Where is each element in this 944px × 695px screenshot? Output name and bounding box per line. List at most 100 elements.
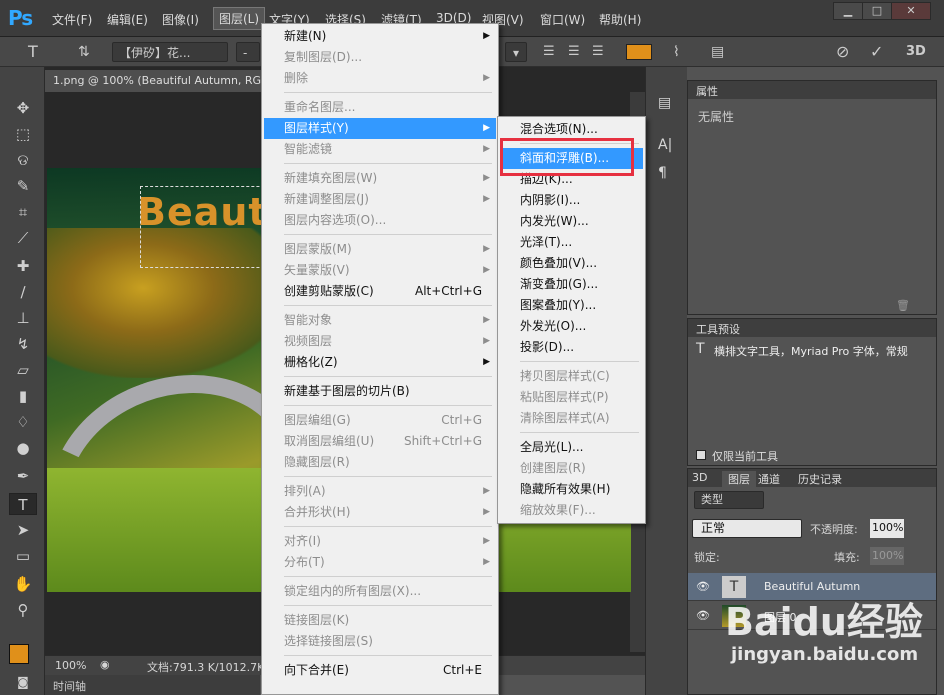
type-tool-icon[interactable]: T xyxy=(9,493,37,515)
menu-10[interactable]: 帮助(H) xyxy=(599,11,641,28)
character-panel-icon[interactable]: A| xyxy=(658,137,672,153)
eraser-tool-icon[interactable]: ▱ xyxy=(9,359,37,381)
align-center-icon[interactable]: ☰ xyxy=(568,42,580,62)
menu-2[interactable]: 图像(I) xyxy=(162,11,199,28)
fill-field[interactable]: 100% xyxy=(870,547,904,565)
menu-item[interactable]: 创建剪贴蒙版(C) Alt+Ctrl+G xyxy=(264,281,496,302)
history-brush-tool-icon[interactable]: ↯ xyxy=(9,333,37,355)
menu-item-label: 图层蒙版(M) xyxy=(284,242,352,256)
font-size-dropdown[interactable]: ▾ xyxy=(505,42,527,62)
menu-item-label: 图层内容选项(O)... xyxy=(284,213,387,227)
layer-name[interactable]: Beautiful Autumn xyxy=(764,580,860,593)
dodge-tool-icon[interactable]: ● xyxy=(9,437,37,459)
menu-item[interactable]: 内发光(W)... xyxy=(500,211,643,232)
submenu-arrow-icon: ▶ xyxy=(483,486,490,496)
layer-row-text[interactable]: 👁 T Beautiful Autumn xyxy=(688,573,936,601)
healing-brush-tool-icon[interactable]: ✚ xyxy=(9,255,37,277)
menu-item[interactable]: 投影(D)... xyxy=(500,337,643,358)
hand-tool-icon[interactable]: ✋ xyxy=(9,573,37,595)
type-tool-icon[interactable]: T xyxy=(28,42,38,62)
move-tool-icon[interactable]: ✥ xyxy=(9,97,37,119)
rectangle-tool-icon[interactable]: ▭ xyxy=(9,545,37,567)
cancel-icon[interactable]: ⊘ xyxy=(836,42,849,62)
menu-item[interactable]: 内阴影(I)... xyxy=(500,190,643,211)
quick-select-tool-icon[interactable]: ✎ xyxy=(9,175,37,197)
menu-3[interactable]: 图层(L) xyxy=(212,7,266,30)
menu-item[interactable]: 外发光(O)... xyxy=(500,316,643,337)
layer-kind-filter[interactable]: 类型 xyxy=(694,491,764,509)
menu-separator xyxy=(284,476,492,477)
menu-item[interactable]: 新建基于图层的切片(B) xyxy=(264,381,496,402)
layers-tab-3[interactable]: 历史记录 xyxy=(798,471,842,487)
opacity-field[interactable]: 100% xyxy=(870,519,904,538)
menu-separator xyxy=(284,605,492,606)
3d-button[interactable]: 3D xyxy=(906,42,926,62)
commit-icon[interactable]: ✓ xyxy=(870,42,883,62)
menu-item[interactable]: 新建(N) ▶ xyxy=(264,26,496,47)
eyedropper-tool-icon[interactable]: ⟋ xyxy=(9,227,37,249)
menu-item-label: 缩放效果(F)... xyxy=(520,503,596,517)
menu-item[interactable]: 颜色叠加(V)... xyxy=(500,253,643,274)
menu-item-label: 混合选项(N)... xyxy=(520,122,598,136)
menu-0[interactable]: 文件(F) xyxy=(52,11,92,28)
menu-item: 新建调整图层(J) ▶ xyxy=(264,189,496,210)
menu-item[interactable]: 隐藏所有效果(H) xyxy=(500,479,643,500)
menu-item-label: 新建(N) xyxy=(284,29,327,43)
font-style-select[interactable]: - xyxy=(236,42,260,62)
annotation-highlight-box xyxy=(500,138,634,176)
warp-text-icon[interactable]: ⌇ xyxy=(673,42,680,62)
properties-tab[interactable]: 属性 xyxy=(688,81,936,99)
trash-icon[interactable]: 🗑 xyxy=(896,299,910,312)
quick-mask-icon[interactable]: ◙ xyxy=(9,671,37,693)
align-left-icon[interactable]: ☰ xyxy=(543,42,555,62)
menu-item[interactable]: 向下合并(E) Ctrl+E xyxy=(264,660,496,681)
crop-tool-icon[interactable]: ⌗ xyxy=(9,201,37,223)
zoom-tool-icon[interactable]: ⚲ xyxy=(9,599,37,621)
path-select-tool-icon[interactable]: ➤ xyxy=(9,519,37,541)
gradient-tool-icon[interactable]: ▮ xyxy=(9,385,37,407)
menu-1[interactable]: 编辑(E) xyxy=(107,11,148,28)
brush-tool-icon[interactable]: ∕ xyxy=(9,281,37,303)
menu-item[interactable]: 渐变叠加(G)... xyxy=(500,274,643,295)
menu-item[interactable]: 混合选项(N)... xyxy=(500,119,643,140)
paragraph-panel-icon[interactable]: ¶ xyxy=(658,165,667,181)
menu-item[interactable]: 图案叠加(Y)... xyxy=(500,295,643,316)
zoom-level[interactable]: 100% xyxy=(55,659,86,672)
restore-button[interactable]: □ xyxy=(862,2,892,20)
visibility-eye-icon[interactable]: 👁 xyxy=(696,580,710,593)
status-info-icon[interactable]: ◉ xyxy=(100,658,110,671)
minimize-button[interactable]: ▁ xyxy=(833,2,863,20)
layers-tab-0[interactable]: 3D xyxy=(692,471,707,484)
text-color-swatch[interactable] xyxy=(626,44,652,60)
menu-separator xyxy=(284,526,492,527)
tool-presets-tab[interactable]: 工具预设 xyxy=(688,319,936,337)
clone-stamp-tool-icon[interactable]: ⊥ xyxy=(9,307,37,329)
character-panel-icon[interactable]: ▤ xyxy=(711,42,724,62)
menu-item[interactable]: 光泽(T)... xyxy=(500,232,643,253)
menu-item[interactable]: 全局光(L)... xyxy=(500,437,643,458)
history-panel-icon[interactable]: ▤ xyxy=(658,95,671,111)
current-only-checkbox[interactable] xyxy=(696,450,706,460)
submenu-arrow-icon: ▶ xyxy=(483,357,490,367)
menu-item: 图层编组(G) Ctrl+G xyxy=(264,410,496,431)
menu-item-label: 图层样式(Y) xyxy=(284,121,349,135)
pen-tool-icon[interactable]: ✒ xyxy=(9,465,37,487)
layers-tab-1[interactable]: 图层 xyxy=(722,471,756,487)
document-tab[interactable]: 1.png @ 100% (Beautiful Autumn, RGB xyxy=(45,70,265,92)
preset-item[interactable]: 横排文字工具，Myriad Pro 字体，常规 xyxy=(714,343,924,359)
close-button[interactable]: ✕ xyxy=(891,2,931,20)
menu-item[interactable]: 图层样式(Y) ▶ xyxy=(264,118,496,139)
align-right-icon[interactable]: ☰ xyxy=(592,42,604,62)
timeline-tab[interactable]: 时间轴 xyxy=(45,675,260,695)
visibility-eye-icon[interactable]: 👁 xyxy=(696,609,710,622)
font-family-select[interactable]: 【伊矽】花... xyxy=(112,42,228,62)
lasso-tool-icon[interactable]: ଡ xyxy=(9,149,37,171)
marquee-tool-icon[interactable]: ⬚ xyxy=(9,123,37,145)
foreground-color-swatch[interactable] xyxy=(9,644,29,664)
menu-item[interactable]: 栅格化(Z) ▶ xyxy=(264,352,496,373)
text-orientation-icon[interactable]: ⇅ xyxy=(78,42,90,62)
menu-9[interactable]: 窗口(W) xyxy=(540,11,585,28)
layers-tab-2[interactable]: 通道 xyxy=(758,471,780,487)
blend-mode-select[interactable]: 正常 xyxy=(692,519,802,538)
blur-tool-icon[interactable]: ♢ xyxy=(9,411,37,433)
